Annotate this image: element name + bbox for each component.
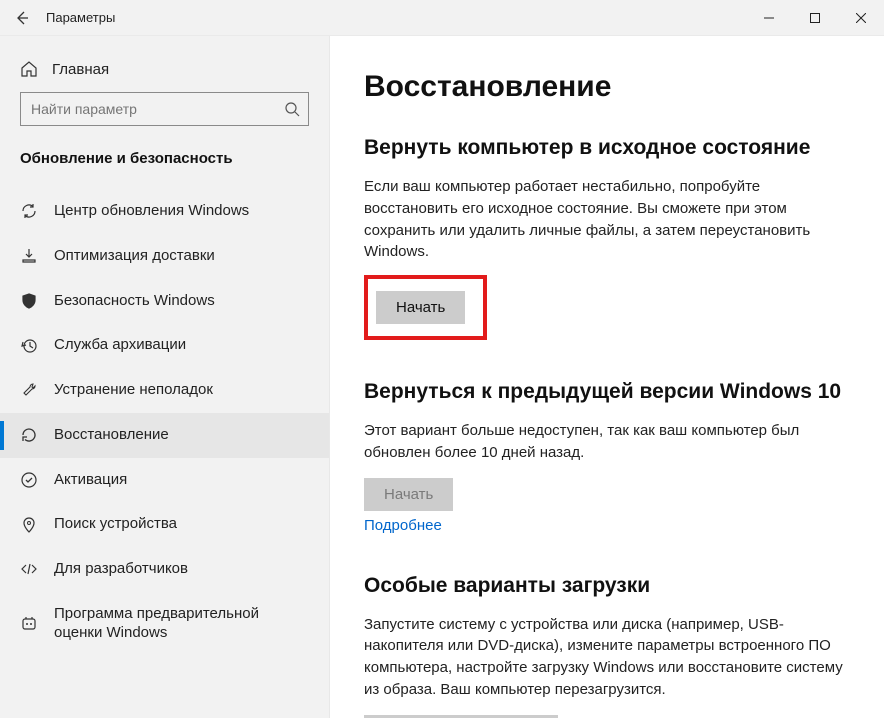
sidebar-item-label: Восстановление <box>54 426 309 445</box>
section-body: Запустите систему с устройства или диска… <box>364 614 844 701</box>
section-reset: Вернуть компьютер в исходное состояние Е… <box>364 136 856 340</box>
home-label: Главная <box>52 61 109 78</box>
minimize-icon <box>764 13 774 23</box>
section-heading: Вернуть компьютер в исходное состояние <box>364 136 856 160</box>
home-icon <box>20 60 38 78</box>
sync-icon <box>20 202 38 220</box>
download-icon <box>20 247 38 265</box>
sidebar-item-label: Для разработчиков <box>54 560 309 579</box>
shield-icon <box>20 292 38 310</box>
section-rollback: Вернуться к предыдущей версии Windows 10… <box>364 380 856 534</box>
rollback-start-button: Начать <box>364 478 453 511</box>
history-icon <box>20 337 38 355</box>
location-icon <box>20 516 38 534</box>
sidebar-item-label: Активация <box>54 471 309 490</box>
sidebar-nav: Центр обновления Windows Оптимизация дос… <box>0 189 329 655</box>
sidebar-item-recovery[interactable]: Восстановление <box>0 413 329 458</box>
sidebar-item-label: Устранение неполадок <box>54 381 309 400</box>
sidebar-category: Обновление и безопасность <box>0 144 329 189</box>
section-heading: Особые варианты загрузки <box>364 574 856 598</box>
sidebar-item-label: Оптимизация доставки <box>54 247 309 266</box>
content-area: Восстановление Вернуть компьютер в исход… <box>330 36 884 718</box>
highlight-annotation: Начать <box>364 275 487 340</box>
section-body: Если ваш компьютер работает нестабильно,… <box>364 176 844 263</box>
wrench-icon <box>20 381 38 399</box>
sidebar-item-label: Служба архивации <box>54 336 309 355</box>
back-button[interactable] <box>0 0 44 36</box>
sidebar-item-insider[interactable]: Программа предварительной оценки Windows <box>0 592 329 656</box>
window-controls <box>746 0 884 36</box>
minimize-button[interactable] <box>746 0 792 36</box>
home-button[interactable]: Главная <box>0 54 329 92</box>
close-button[interactable] <box>838 0 884 36</box>
recovery-icon <box>20 426 38 444</box>
restart-now-button[interactable]: Перезагрузить сейчас <box>364 715 558 718</box>
sidebar-item-troubleshoot[interactable]: Устранение неполадок <box>0 368 329 413</box>
sidebar-item-label: Программа предварительной оценки Windows <box>54 605 309 643</box>
insider-icon <box>20 615 38 633</box>
sidebar-item-label: Безопасность Windows <box>54 292 309 311</box>
section-advanced-startup: Особые варианты загрузки Запустите систе… <box>364 574 856 718</box>
sidebar-item-delivery-optimization[interactable]: Оптимизация доставки <box>0 234 329 279</box>
sidebar-item-label: Центр обновления Windows <box>54 202 309 221</box>
sidebar-item-windows-update[interactable]: Центр обновления Windows <box>0 189 329 234</box>
sidebar: Главная Обновление и безопасность Центр … <box>0 36 330 718</box>
sidebar-item-windows-security[interactable]: Безопасность Windows <box>0 279 329 324</box>
close-icon <box>856 13 866 23</box>
search-icon <box>284 101 300 117</box>
arrow-left-icon <box>14 10 30 26</box>
maximize-icon <box>810 13 820 23</box>
maximize-button[interactable] <box>792 0 838 36</box>
check-circle-icon <box>20 471 38 489</box>
sidebar-item-label: Поиск устройства <box>54 515 309 534</box>
search-input[interactable] <box>31 101 284 117</box>
code-icon <box>20 560 38 578</box>
page-title: Восстановление <box>364 70 856 104</box>
search-input-wrapper[interactable] <box>20 92 309 126</box>
window-title: Параметры <box>44 10 746 25</box>
sidebar-item-developers[interactable]: Для разработчиков <box>0 547 329 592</box>
sidebar-item-backup[interactable]: Служба архивации <box>0 323 329 368</box>
titlebar: Параметры <box>0 0 884 36</box>
section-heading: Вернуться к предыдущей версии Windows 10 <box>364 380 856 404</box>
reset-start-button[interactable]: Начать <box>376 291 465 324</box>
section-body: Этот вариант больше недоступен, так как … <box>364 420 844 464</box>
sidebar-item-find-device[interactable]: Поиск устройства <box>0 502 329 547</box>
learn-more-link[interactable]: Подробнее <box>364 517 442 534</box>
sidebar-item-activation[interactable]: Активация <box>0 458 329 503</box>
